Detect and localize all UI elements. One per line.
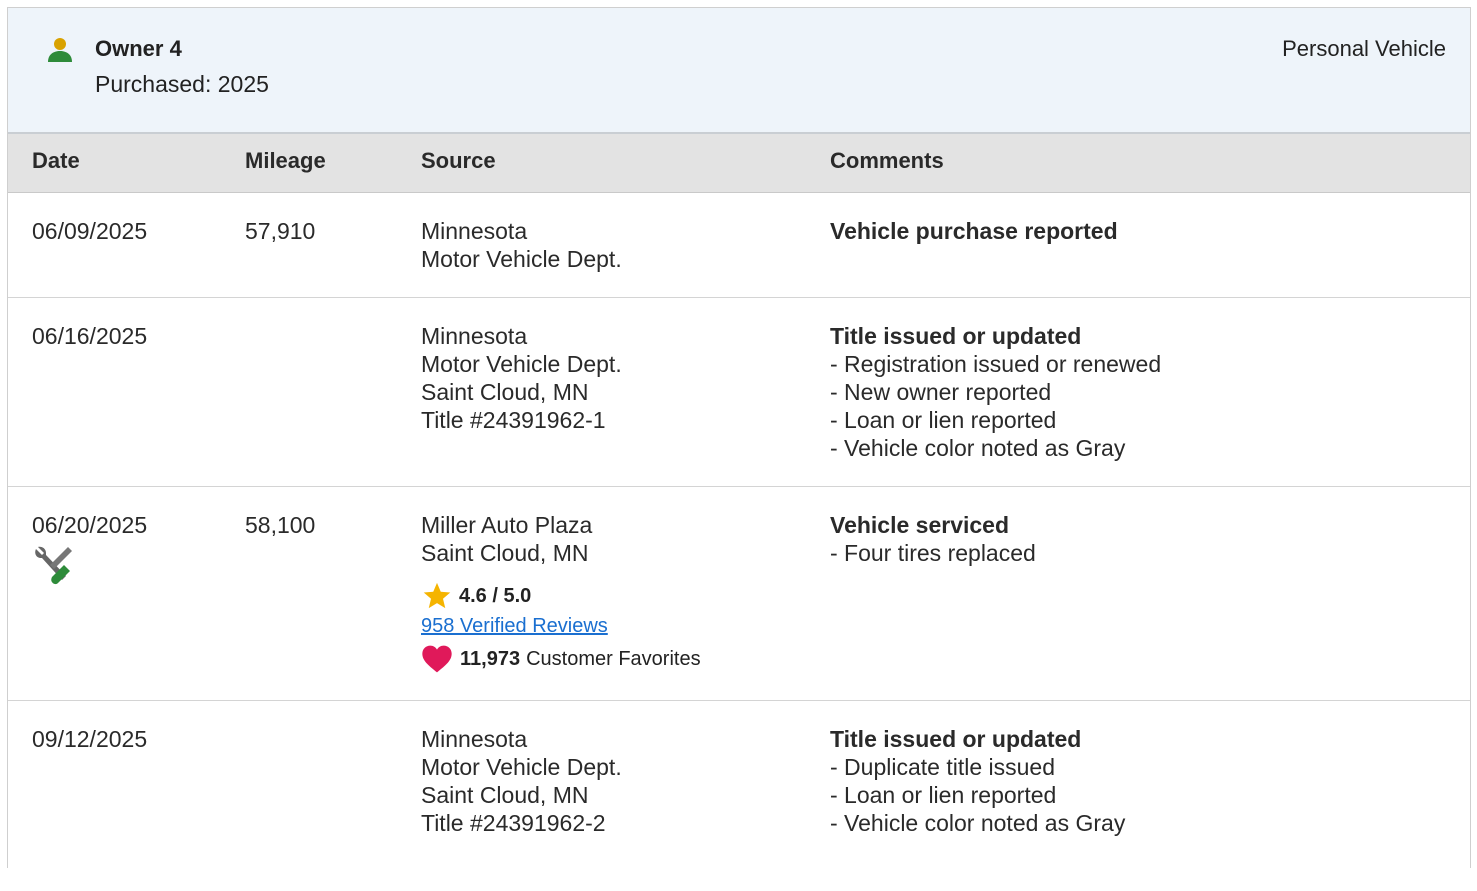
column-source: Source — [421, 148, 496, 173]
comment-title: Vehicle serviced — [830, 512, 1010, 538]
source-line: Motor Vehicle Dept. — [421, 351, 622, 377]
row-date: 06/16/2025 — [32, 323, 148, 349]
table-row: 06/16/2025 Minnesota Motor Vehicle Dept.… — [8, 298, 1470, 487]
comment-title: Title issued or updated — [830, 323, 1082, 349]
row-comments: Title issued or updated - Registration i… — [830, 322, 1161, 462]
row-comments: Vehicle purchase reported — [830, 217, 1118, 245]
comment-item: - Loan or lien reported — [830, 407, 1057, 433]
star-icon — [423, 582, 451, 609]
owner-history-panel: Owner 4 Purchased: 2025 Personal Vehicle… — [7, 7, 1471, 868]
source-line: Minnesota — [421, 726, 528, 752]
owner-purchased: Purchased: 2025 — [95, 71, 269, 97]
customer-favorites: 11,973 Customer Favorites — [421, 643, 701, 675]
source-line: Saint Cloud, MN — [421, 540, 589, 566]
source-line: Saint Cloud, MN — [421, 782, 589, 808]
source-line: Minnesota — [421, 323, 528, 349]
heart-icon — [422, 645, 452, 673]
row-source: Minnesota Motor Vehicle Dept. Saint Clou… — [421, 725, 622, 837]
row-date: 06/09/2025 — [32, 218, 148, 244]
source-line: Minnesota — [421, 218, 528, 244]
favorites-count: 11,973 — [460, 648, 521, 670]
comment-item: - Vehicle color noted as Gray — [830, 435, 1126, 461]
table-column-header: Date Mileage Source Comments — [8, 134, 1470, 193]
table-row: 06/20/2025 58,100 Miller Auto Plaza Sain… — [8, 487, 1470, 701]
row-source: Miller Auto Plaza Saint Cloud, MN 4.6 / … — [421, 511, 701, 675]
column-date: Date — [32, 148, 80, 173]
source-line: Motor Vehicle Dept. — [421, 246, 622, 272]
row-source: Minnesota Motor Vehicle Dept. — [421, 217, 622, 273]
column-comments: Comments — [830, 148, 944, 173]
table-row: 09/12/2025 Minnesota Motor Vehicle Dept.… — [8, 701, 1470, 891]
source-line: Saint Cloud, MN — [421, 379, 589, 405]
favorites-label: Customer Favorites — [526, 648, 701, 670]
owner-header: Owner 4 Purchased: 2025 Personal Vehicle — [8, 8, 1470, 134]
table-row: 06/09/2025 57,910 Minnesota Motor Vehicl… — [8, 193, 1470, 298]
row-date: 06/20/2025 — [32, 512, 148, 538]
column-mileage: Mileage — [245, 148, 326, 173]
owner-name: Owner 4 — [95, 36, 182, 61]
source-line: Miller Auto Plaza — [421, 512, 593, 538]
source-line: Title #24391962-2 — [421, 810, 606, 836]
row-mileage: 58,100 — [245, 512, 316, 538]
row-date: 09/12/2025 — [32, 726, 148, 752]
row-source: Minnesota Motor Vehicle Dept. Saint Clou… — [421, 322, 622, 434]
source-line: Motor Vehicle Dept. — [421, 754, 622, 780]
comment-item: - Vehicle color noted as Gray — [830, 810, 1126, 836]
verified-reviews-link[interactable]: 958 Verified Reviews — [421, 613, 701, 639]
row-comments: Vehicle serviced - Four tires replaced — [830, 511, 1036, 567]
service-tools-icon — [35, 546, 72, 585]
comment-item: - New owner reported — [830, 379, 1052, 405]
person-icon — [48, 38, 72, 62]
rating-value: 4.6 / 5.0 — [459, 585, 532, 607]
comment-title: Vehicle purchase reported — [830, 218, 1118, 244]
row-mileage: 57,910 — [245, 218, 316, 244]
source-line: Title #24391962-1 — [421, 407, 606, 433]
row-comments: Title issued or updated - Duplicate titl… — [830, 725, 1125, 837]
comment-item: - Loan or lien reported — [830, 782, 1057, 808]
shop-rating: 4.6 / 5.0 — [421, 581, 701, 611]
row-date-cell: 06/20/2025 — [32, 511, 147, 587]
comment-title: Title issued or updated — [830, 726, 1082, 752]
comment-item: - Registration issued or renewed — [830, 351, 1162, 377]
owner-vehicle-type: Personal Vehicle — [1282, 36, 1446, 61]
comment-item: - Four tires replaced — [830, 540, 1036, 566]
comment-item: - Duplicate title issued — [830, 754, 1055, 780]
